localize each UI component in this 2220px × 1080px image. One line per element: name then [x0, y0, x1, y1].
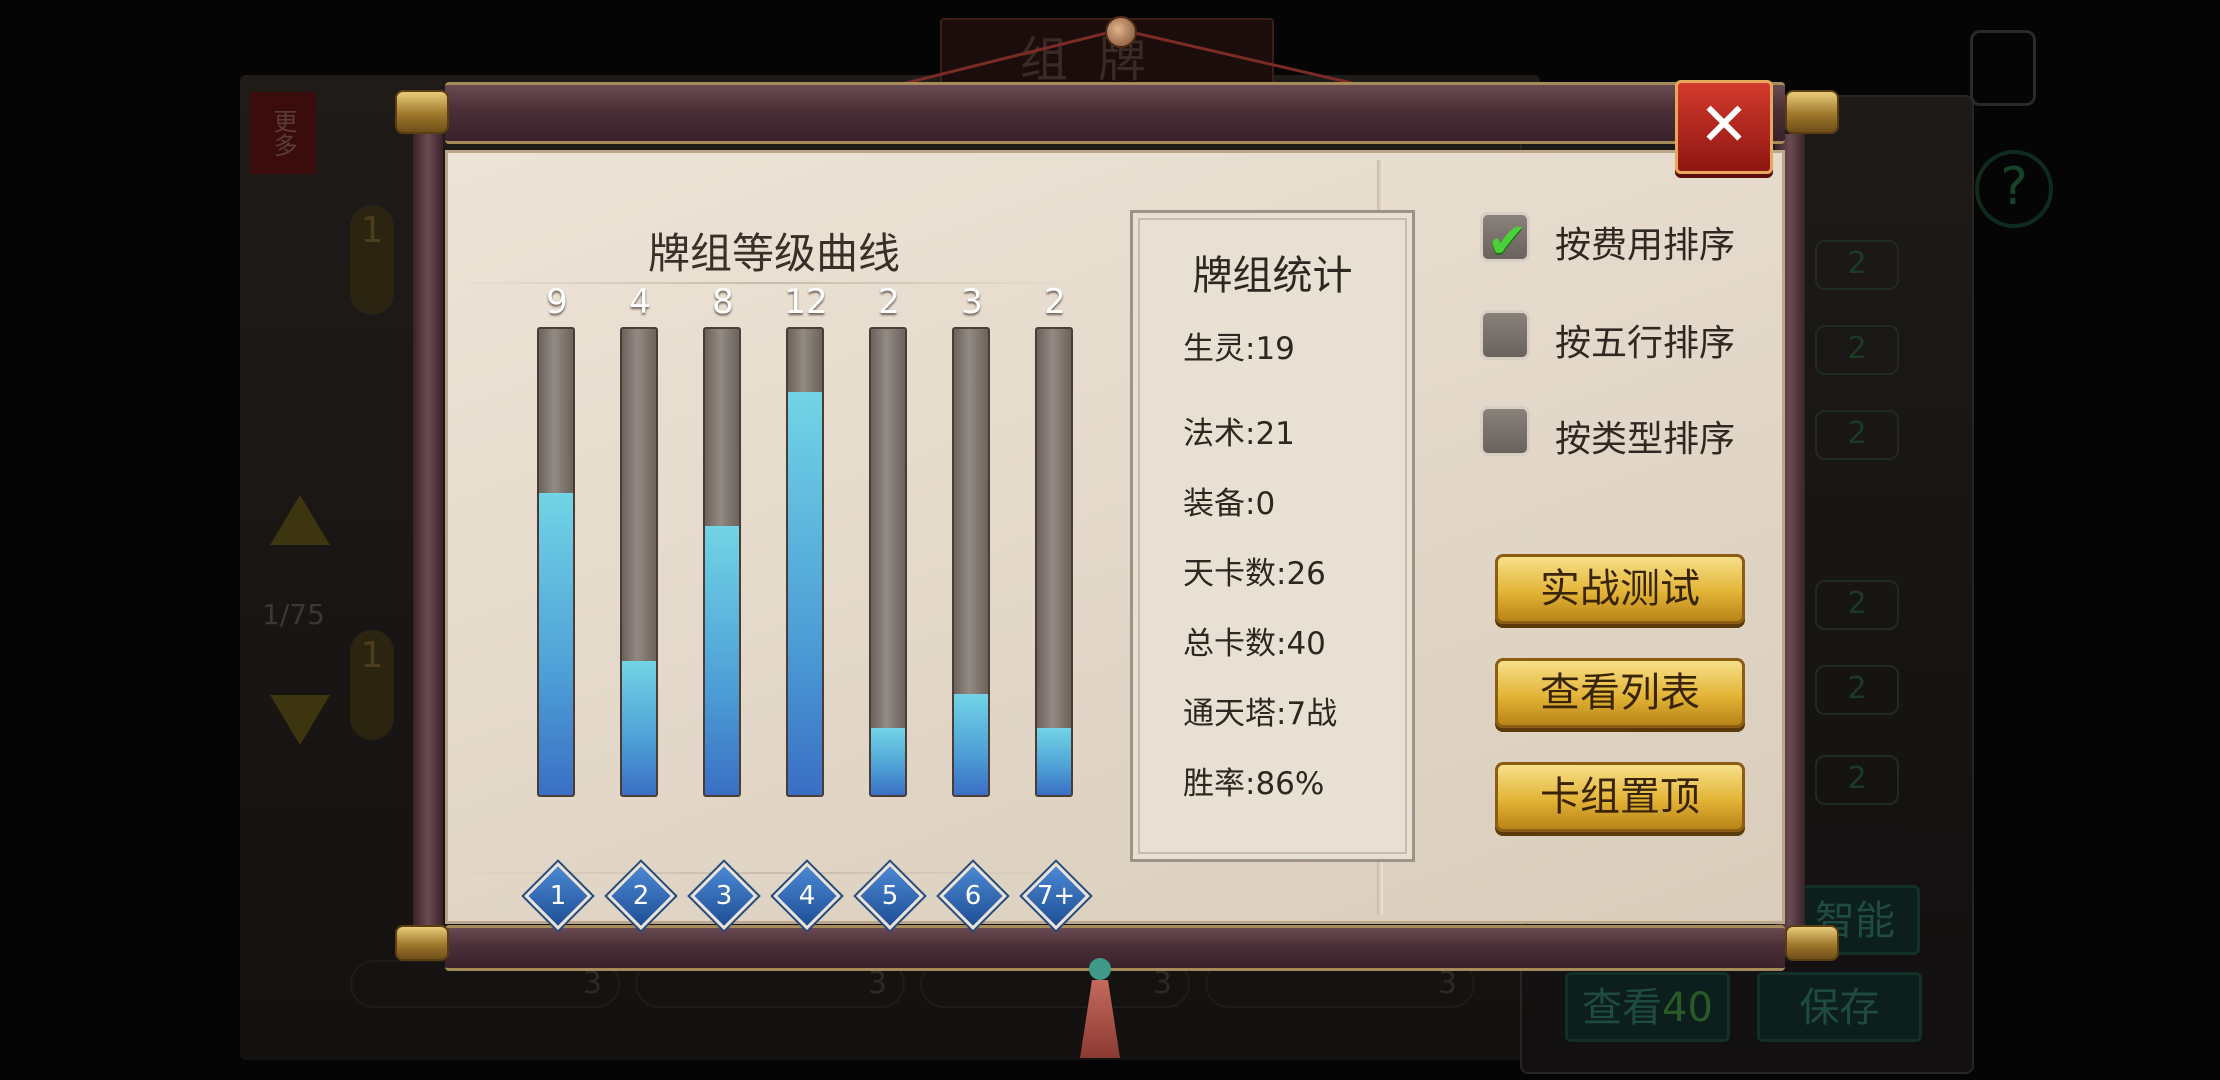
- scroll-up-arrow-icon[interactable]: [270, 495, 330, 545]
- sort-by-element-checkbox[interactable]: [1480, 310, 1530, 360]
- stat-heaven-cards: 天卡数:26: [1183, 556, 1326, 592]
- bar-track: [1035, 327, 1073, 797]
- cost-gem-icon: 5: [856, 862, 924, 930]
- cost-bar-3: 83: [690, 282, 758, 934]
- scroll-top-rod: [445, 82, 1785, 144]
- stats-title: 牌组统计: [1192, 253, 1353, 299]
- view-list-button[interactable]: 查看列表: [1495, 658, 1745, 728]
- cost-tick-label: 3: [715, 881, 733, 911]
- bar-count-label: 3: [961, 282, 983, 322]
- more-tag[interactable]: 更多: [250, 92, 316, 174]
- page-indicator: 1/75: [262, 598, 325, 631]
- bar-track: [537, 327, 575, 797]
- cursor-icon: [1970, 30, 2036, 106]
- bar-fill: [622, 661, 656, 795]
- bar-fill: [539, 493, 573, 795]
- view-label: 查看: [1582, 985, 1663, 1031]
- stat-creatures: 生灵:19: [1183, 331, 1295, 367]
- stat-spells: 法术:21: [1183, 416, 1295, 452]
- cost-tick-label: 4: [798, 881, 816, 911]
- bar-track: [869, 327, 907, 797]
- checkmark-icon: ✔: [1487, 213, 1528, 269]
- bar-count-label: 8: [712, 282, 734, 322]
- bar-track: [786, 327, 824, 797]
- cost-tick-label: 1: [549, 881, 567, 911]
- sort-by-cost-checkbox[interactable]: ✔: [1480, 212, 1530, 269]
- stat-total-cards: 总卡数:40: [1183, 626, 1326, 662]
- close-button[interactable]: ✕: [1675, 80, 1773, 174]
- tassel-bead: [1089, 958, 1111, 980]
- cost-gem-icon: 4: [773, 862, 841, 930]
- rod-cap-left: [395, 90, 449, 134]
- stat-equipment: 装备:0: [1183, 486, 1276, 522]
- cost-tick-label: 6: [964, 881, 982, 911]
- cost-gem-icon: 2: [607, 862, 675, 930]
- view-count: 40: [1662, 985, 1713, 1031]
- page-title: 组牌: [1020, 32, 1177, 88]
- cost-gem-icon: 6: [939, 862, 1007, 930]
- stat-tower: 通天塔:7战: [1183, 696, 1338, 732]
- cost-gem-icon: 1: [524, 862, 592, 930]
- help-icon[interactable]: ?: [1975, 150, 2053, 228]
- bar-count-label: 9: [546, 282, 568, 322]
- battle-test-button[interactable]: 实战测试: [1495, 554, 1745, 624]
- sort-by-cost-label: 按费用排序: [1555, 225, 1736, 266]
- bar-count-label: 2: [878, 282, 900, 322]
- bar-track: [620, 327, 658, 797]
- bar-fill: [705, 526, 739, 795]
- cost-tick-label: 2: [632, 881, 650, 911]
- bar-count-label: 12: [784, 282, 828, 322]
- bar-fill: [788, 392, 822, 795]
- rod-cap-right: [1785, 925, 1839, 961]
- sort-by-type-checkbox[interactable]: [1480, 406, 1530, 456]
- bar-fill: [1037, 728, 1071, 795]
- scroll-tassel-icon: [1080, 958, 1120, 1058]
- bar-count-label: 4: [629, 282, 651, 322]
- cost-bar-5: 25: [856, 282, 924, 934]
- rod-cap-right: [1785, 90, 1839, 134]
- view-deck-button[interactable]: 查看40: [1565, 972, 1730, 1042]
- sort-by-element-label: 按五行排序: [1555, 323, 1736, 364]
- cost-tick-label: 5: [881, 881, 899, 911]
- stat-win-rate: 胜率:86%: [1183, 766, 1325, 802]
- cost-gem-icon: 3: [690, 862, 758, 930]
- cost-bar-4: 12 4: [773, 282, 841, 934]
- cost-bar-2: 42: [607, 282, 675, 934]
- hanging-pin-icon: [1105, 16, 1137, 48]
- sort-by-type-label: 按类型排序: [1555, 419, 1736, 460]
- cost-tick-label: 7+: [1036, 881, 1076, 911]
- pin-deck-button[interactable]: 卡组置顶: [1495, 762, 1745, 832]
- cost-bar-6: 36: [939, 282, 1007, 934]
- bar-track: [703, 327, 741, 797]
- scroll-down-arrow-icon[interactable]: [270, 695, 330, 745]
- deck-stats-modal: ✕ 牌组等级曲线 9 1 4 2 8 3 12 4 2 5 3 6 2 7+ 牌组统计 生灵:19 法术:…: [375, 80, 1855, 972]
- tassel-fringe: [1080, 980, 1120, 1058]
- save-button[interactable]: 保存: [1757, 972, 1922, 1042]
- bar-count-label: 2: [1044, 282, 1066, 322]
- bar-fill: [954, 694, 988, 795]
- cost-bar-1: 91: [524, 282, 592, 934]
- chart-title: 牌组等级曲线: [648, 229, 901, 278]
- rod-cap-left: [395, 925, 449, 961]
- cost-bar-7: 2 7+: [1022, 282, 1090, 934]
- deck-stats-panel: 牌组统计 生灵:19 法术:21 装备:0 天卡数:26 总卡数:40 通天塔:…: [1130, 210, 1415, 862]
- bar-fill: [871, 728, 905, 795]
- scroll-side-frame: [413, 134, 443, 934]
- bar-track: [952, 327, 990, 797]
- cost-gem-icon: 7+: [1022, 862, 1090, 930]
